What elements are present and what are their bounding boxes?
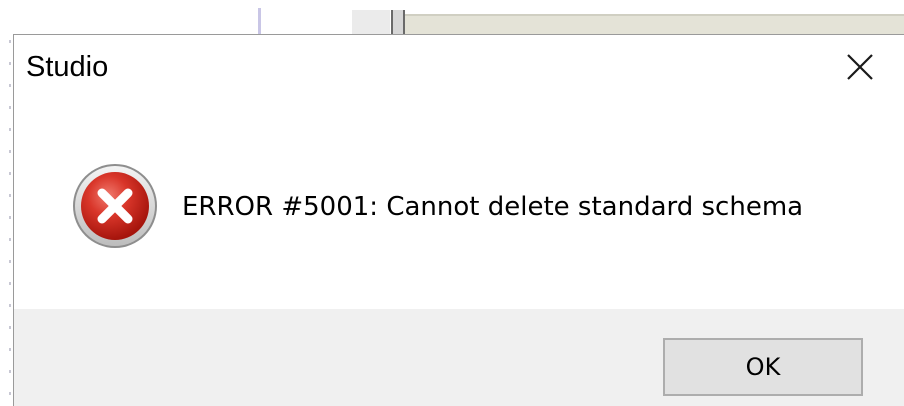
background-panel [352, 10, 390, 34]
close-icon [847, 54, 873, 80]
close-button[interactable] [830, 41, 890, 93]
background-divider [258, 8, 261, 34]
error-message: ERROR #5001: Cannot delete standard sche… [182, 192, 804, 222]
background-tree-dots [9, 40, 11, 400]
background-splitter [391, 10, 405, 34]
dialog-button-bar: OK [14, 309, 904, 406]
background-editor-panel [405, 14, 904, 34]
error-icon [71, 162, 159, 250]
error-dialog: Studio ERROR #5001: Cannot delete standa… [13, 34, 904, 406]
ok-button[interactable]: OK [663, 338, 863, 396]
background-left-edge [0, 34, 13, 406]
dialog-title: Studio [26, 51, 109, 83]
